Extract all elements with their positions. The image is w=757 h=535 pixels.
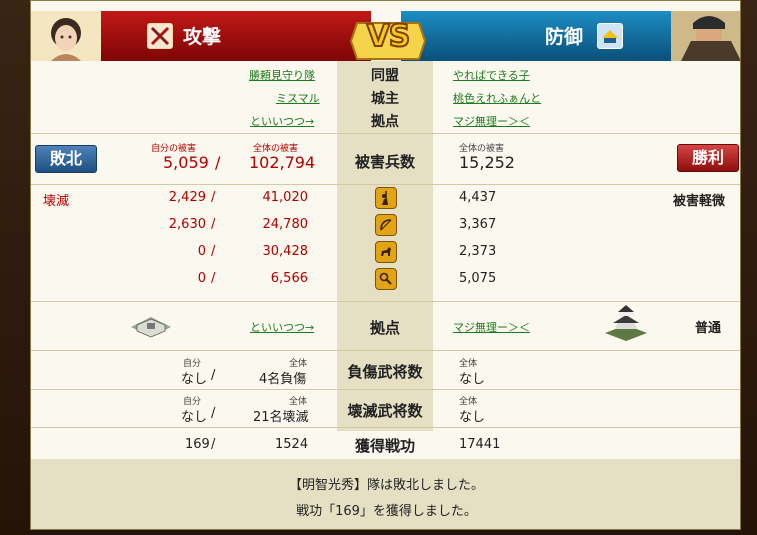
slash-separator: /: [215, 153, 221, 172]
slash-separator: /: [211, 244, 216, 259]
battle-header: 攻撃 防御 VS: [31, 11, 740, 61]
unit-attacker-total: 41,020: [262, 190, 309, 205]
unit-defender-loss: 4,437: [459, 190, 497, 205]
victory-badge: 勝利: [677, 144, 739, 172]
unit-attacker-own: 2,630: [168, 217, 206, 232]
attacker-alliance-link[interactable]: 勝頼見守り隊: [249, 67, 315, 83]
slash-separator: /: [211, 368, 216, 383]
destroyed-defender-total: なし: [459, 410, 486, 425]
slash-separator: /: [211, 217, 216, 232]
casualties-label: 被害兵数: [354, 153, 415, 171]
fort-icon: [129, 313, 173, 343]
alliance-label: 同盟: [371, 68, 399, 84]
result-message-area: [31, 459, 740, 529]
unit-defender-loss: 2,373: [459, 244, 497, 259]
japanese-castle-icon: [601, 303, 651, 345]
unit-attacker-total: 30,428: [262, 244, 309, 259]
attacker-base-link-2[interactable]: といいつつ→: [250, 319, 314, 335]
vs-text: VS: [366, 18, 412, 55]
defender-base-link-2[interactable]: マジ無理ー＞＜: [453, 319, 530, 335]
defender-base-link[interactable]: マジ無理ー＞＜: [453, 113, 530, 129]
slash-separator: /: [211, 437, 216, 452]
attack-label: 攻撃: [183, 26, 222, 48]
divider: [31, 350, 740, 351]
vs-emblem: VS: [349, 13, 427, 67]
defender-status: 被害軽微: [673, 194, 726, 209]
attacker-total-loss: 102,794: [249, 153, 316, 172]
destroyed-generals-label: 壊滅武将数: [347, 402, 423, 420]
lord-label: 城主: [371, 91, 399, 107]
slash-separator: /: [211, 406, 216, 421]
unit-defender-loss: 5,075: [459, 271, 497, 286]
spearman-icon: [375, 187, 397, 209]
merit-attacker-total: 1524: [275, 437, 309, 452]
merit-defender-total: 17441: [459, 437, 501, 452]
unit-attacker-total: 6,566: [270, 271, 308, 286]
attacker-banner: [101, 11, 371, 61]
divider: [31, 427, 740, 428]
merit-label: 獲得戦功: [354, 437, 415, 455]
defender-lord-link[interactable]: 桃色えれふぁんと: [453, 90, 541, 106]
attacker-lord-link[interactable]: ミスマル: [276, 90, 320, 106]
siege-weapon-icon: [375, 268, 397, 290]
destroyed-attacker-total: 21名壊滅: [253, 410, 309, 425]
attacker-own-loss: 5,059: [163, 153, 209, 172]
base-row-label: 拠点: [369, 319, 400, 337]
defender-base-state: 普通: [695, 321, 722, 336]
archer-bow-icon: [375, 214, 397, 236]
defender-banner: [401, 11, 671, 61]
divider: [31, 301, 740, 302]
crossed-swords-icon: [147, 23, 173, 49]
female-portrait-icon: [31, 11, 101, 61]
divider: [31, 184, 740, 185]
defense-label: 防御: [545, 26, 584, 48]
unit-attacker-own: 2,429: [168, 190, 206, 205]
attacker-base-link[interactable]: といいつつ→: [250, 113, 314, 129]
divider: [31, 389, 740, 390]
divider: [31, 133, 740, 134]
defeat-badge: 敗北: [35, 145, 97, 173]
result-message-line1: 【明智光秀】隊は敗北しました。: [288, 478, 484, 493]
defender-total-loss: 15,252: [459, 153, 515, 172]
male-warrior-portrait-icon: [671, 11, 740, 61]
wounded-attacker-self: なし: [181, 372, 208, 387]
unit-attacker-own: 0: [197, 244, 206, 259]
unit-attacker-own: 0: [197, 271, 206, 286]
wounded-generals-label: 負傷武将数: [347, 363, 423, 381]
unit-defender-loss: 3,367: [459, 217, 497, 232]
defender-alliance-link[interactable]: やればできる子: [453, 67, 530, 83]
wounded-defender-total: なし: [459, 372, 486, 387]
battle-report-panel: 攻撃 防御 VS 同盟 城主 拠点 勝頼見守り隊 ミスマル といいつつ→ やれば…: [30, 0, 741, 530]
slash-separator: /: [211, 271, 216, 286]
attacker-status: 壊滅: [43, 194, 70, 209]
slash-separator: /: [211, 190, 216, 205]
castle-shield-icon: [597, 23, 623, 49]
merit-attacker-self: 169: [185, 437, 210, 452]
cavalry-horse-icon: [375, 241, 397, 263]
destroyed-attacker-self: なし: [181, 410, 208, 425]
result-message-line2: 戦功「169」を獲得しました。: [296, 504, 477, 519]
base-label: 拠点: [371, 114, 399, 130]
unit-attacker-total: 24,780: [262, 217, 309, 232]
wounded-attacker-total: 4名負傷: [259, 372, 307, 387]
